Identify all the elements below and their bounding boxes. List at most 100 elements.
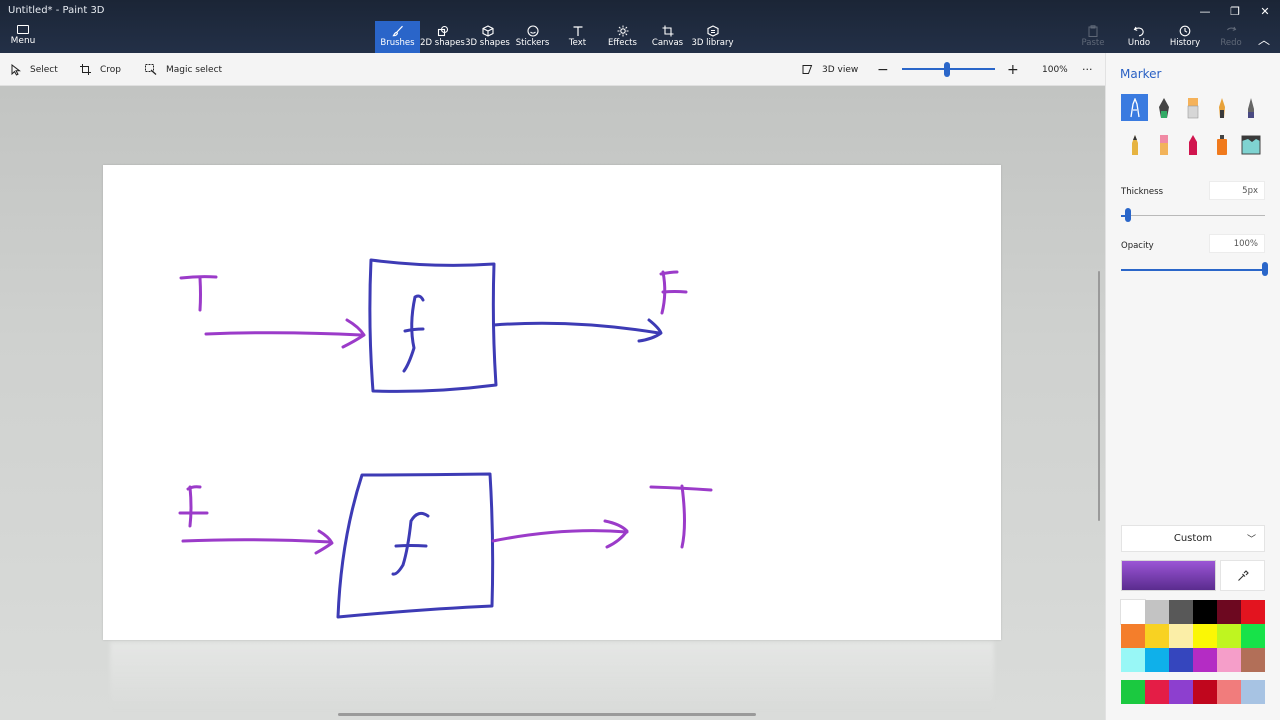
zoom-slider-thumb[interactable] (944, 62, 950, 77)
plus-icon: + (1007, 61, 1019, 78)
paste-button[interactable]: Paste (1070, 21, 1116, 53)
current-color-swatch[interactable] (1121, 560, 1216, 591)
brush-pencil[interactable] (1121, 131, 1148, 158)
tool-brushes[interactable]: Brushes (375, 21, 420, 53)
brush-crayon[interactable] (1179, 131, 1206, 158)
3d-view-toggle[interactable]: 3D view (802, 53, 858, 86)
undo-button[interactable]: Undo (1116, 21, 1162, 53)
tool-effects[interactable]: Effects (600, 21, 645, 53)
redo-button[interactable]: Redo (1208, 21, 1254, 53)
minimize-button[interactable]: — (1190, 0, 1220, 22)
main-toolbar: Brushes 2D shapes 3D shapes Stickers Tex… (375, 21, 735, 53)
history-button[interactable]: History (1162, 21, 1208, 53)
brush-watercolor[interactable] (1208, 94, 1235, 121)
tool-text[interactable]: Text (555, 21, 600, 53)
panel-title: Marker (1120, 67, 1162, 81)
custom-color-swatch[interactable] (1121, 680, 1145, 704)
color-mode-value: Custom (1173, 533, 1213, 544)
tool-3d-library[interactable]: 3D library (690, 21, 735, 53)
color-swatch[interactable] (1120, 599, 1146, 625)
brush-marker[interactable] (1121, 94, 1148, 121)
eyedropper-icon (1237, 569, 1249, 581)
opacity-slider-thumb[interactable] (1262, 262, 1268, 276)
pencil-icon (1131, 134, 1138, 155)
custom-color-swatch[interactable] (1193, 680, 1217, 704)
pixel-pen-icon (1247, 97, 1254, 118)
menu-button[interactable]: Menu (6, 24, 40, 50)
color-swatch[interactable] (1145, 648, 1169, 672)
vertical-scrollbar[interactable] (1098, 271, 1100, 521)
color-swatch[interactable] (1145, 600, 1169, 624)
opacity-slider-fill (1121, 268, 1265, 271)
thickness-slider-thumb[interactable] (1125, 208, 1132, 222)
horizontal-scrollbar[interactable] (338, 713, 756, 716)
opacity-input[interactable]: 100% (1209, 234, 1265, 253)
opacity-slider[interactable] (1121, 268, 1265, 271)
tool-label: Text (568, 38, 587, 48)
zoom-in-button[interactable]: + (1007, 53, 1019, 86)
custom-color-swatch[interactable] (1169, 680, 1193, 704)
color-mode-dropdown[interactable]: Custom ﹀ (1121, 525, 1265, 552)
color-swatch[interactable] (1169, 648, 1193, 672)
bottom-letter-t-output (649, 484, 713, 549)
magic-select-button[interactable]: Magic select (145, 53, 222, 86)
eyedropper-button[interactable] (1220, 560, 1265, 591)
title-bar: Untitled* - Paint 3D Menu Brushes 2D sha… (0, 0, 1280, 53)
brush-calligraphy-pen[interactable] (1150, 94, 1177, 121)
bottom-output-arrow (491, 519, 629, 549)
drawing-canvas[interactable] (103, 165, 1001, 640)
color-swatch[interactable] (1217, 600, 1241, 624)
oil-brush-icon (1187, 97, 1198, 118)
restore-button[interactable]: ❐ (1220, 0, 1250, 22)
history-label: History (1169, 38, 1201, 48)
undo-label: Undo (1127, 38, 1151, 48)
color-swatch[interactable] (1121, 648, 1145, 672)
custom-color-swatch[interactable] (1145, 680, 1169, 704)
top-letter-f (402, 294, 425, 373)
top-letter-t (179, 275, 218, 312)
text-icon (573, 26, 582, 36)
crop-tool-button[interactable]: Crop (80, 53, 121, 86)
custom-color-swatch[interactable] (1217, 680, 1241, 704)
custom-color-swatch[interactable] (1241, 680, 1265, 704)
tool-label: Brushes (380, 38, 415, 48)
eraser-icon (1159, 134, 1168, 155)
zoom-level[interactable]: 100% (1042, 53, 1068, 86)
bottom-input-arrow (181, 529, 334, 555)
color-swatch[interactable] (1193, 648, 1217, 672)
color-swatch[interactable] (1193, 624, 1217, 648)
zoom-out-button[interactable]: − (877, 53, 889, 86)
3d-view-label: 3D view (822, 64, 859, 75)
tool-2d-shapes[interactable]: 2D shapes (420, 21, 465, 53)
more-options-button[interactable]: ··· (1082, 53, 1093, 86)
color-swatch[interactable] (1241, 600, 1265, 624)
close-button[interactable]: ✕ (1250, 0, 1280, 22)
tool-canvas[interactable]: Canvas (645, 21, 690, 53)
color-swatch[interactable] (1145, 624, 1169, 648)
more-icon: ··· (1082, 63, 1093, 76)
color-swatch[interactable] (1241, 648, 1265, 672)
tool-stickers[interactable]: Stickers (510, 21, 555, 53)
tool-3d-shapes[interactable]: 3D shapes (465, 21, 510, 53)
thickness-input[interactable]: 5px (1209, 181, 1265, 200)
color-swatch[interactable] (1193, 600, 1217, 624)
color-swatch[interactable] (1121, 624, 1145, 648)
magic-select-label: Magic select (166, 64, 223, 75)
color-swatch[interactable] (1217, 648, 1241, 672)
color-swatch[interactable] (1169, 624, 1193, 648)
minus-icon: − (877, 61, 889, 78)
color-swatch[interactable] (1169, 600, 1193, 624)
brush-fill[interactable] (1237, 131, 1264, 158)
2d-shapes-icon (437, 25, 448, 37)
brush-spray-can[interactable] (1208, 131, 1235, 158)
restore-icon: ❐ (1230, 4, 1240, 18)
thickness-slider[interactable] (1121, 214, 1265, 217)
select-tool-button[interactable]: Select (11, 53, 58, 86)
collapse-ribbon-button[interactable]: ︿ (1258, 31, 1270, 48)
color-swatch[interactable] (1241, 624, 1265, 648)
brush-oil[interactable] (1179, 94, 1206, 121)
brush-pixel-pen[interactable] (1237, 94, 1264, 121)
brush-eraser[interactable] (1150, 131, 1177, 158)
color-swatch[interactable] (1217, 624, 1241, 648)
top-function-box (368, 258, 498, 393)
